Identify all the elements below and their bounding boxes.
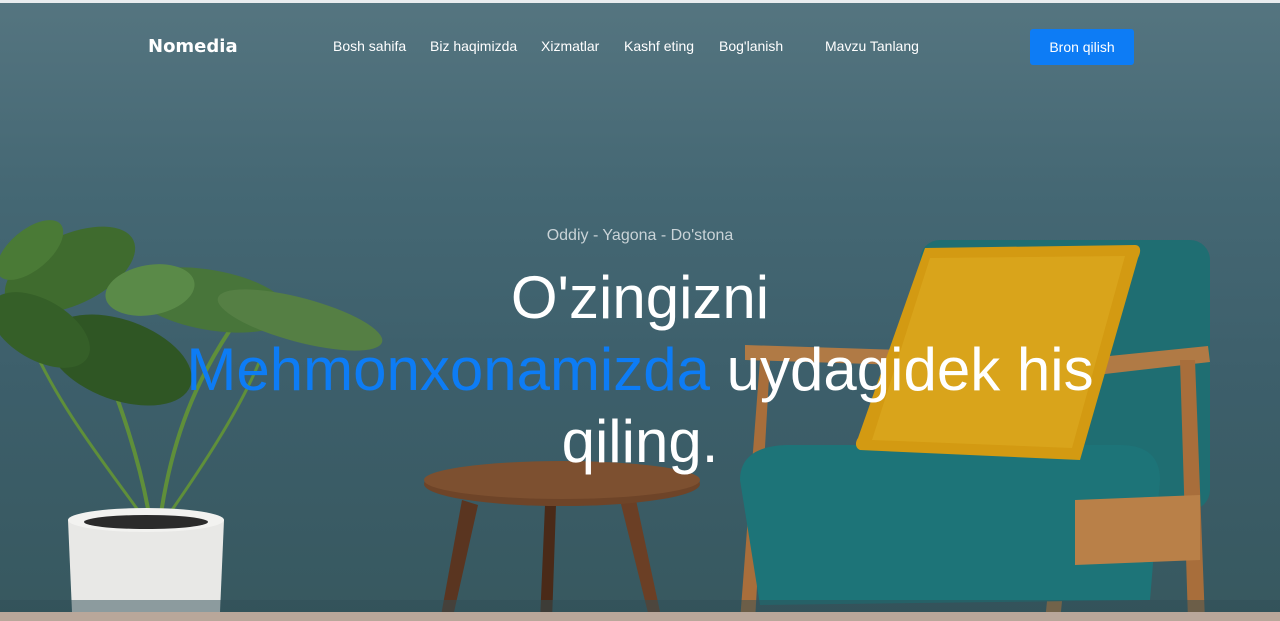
nav-link-contact[interactable]: Bog'lanish — [719, 38, 783, 54]
floor — [0, 612, 1280, 621]
headline-rest: uydagidek his — [710, 336, 1094, 403]
nav-link-about[interactable]: Biz haqimizda — [430, 38, 517, 54]
headline-accent: Mehmonxonamizda — [186, 336, 710, 403]
nav-link-explore[interactable]: Kashf eting — [624, 38, 694, 54]
brand-logo[interactable]: Nomedia — [148, 36, 238, 57]
hero-headline: O'zingizni Mehmonxonamizda uydagidek his… — [140, 262, 1140, 478]
nav-link-services[interactable]: Xizmatlar — [541, 38, 599, 54]
headline-line1: O'zingizni — [510, 264, 770, 331]
hero-tagline: Oddiy - Yagona - Do'stona — [546, 227, 734, 244]
side-table-image — [424, 461, 700, 621]
plant-pot-image — [68, 508, 224, 612]
headline-line3: qiling. — [561, 408, 719, 475]
navbar: Nomedia Bosh sahifa Biz haqimizda Xizmat… — [0, 0, 1280, 92]
nav-link-theme[interactable]: Mavzu Tanlang — [825, 38, 919, 54]
book-button[interactable]: Bron qilish — [1030, 29, 1134, 65]
nav-link-home[interactable]: Bosh sahifa — [333, 38, 406, 54]
